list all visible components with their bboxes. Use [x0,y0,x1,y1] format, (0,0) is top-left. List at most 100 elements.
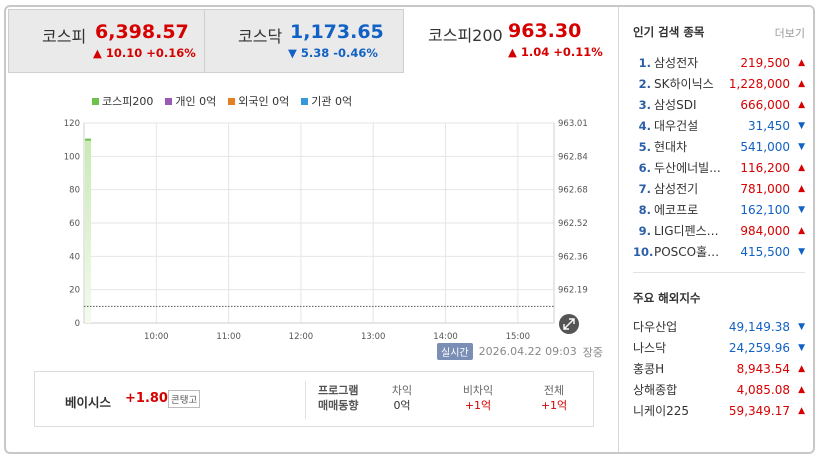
popular-stock-item[interactable]: 1. 삼성전자 219,500 ▲ [633,52,805,73]
arrow-up-icon: ▲ [798,384,805,395]
index-name: 코스닥 [238,27,283,46]
arrow-up-icon: ▲ [798,57,805,68]
rank-number: 2. [638,76,651,91]
stock-price: 541,000 [740,139,790,154]
overseas-name: 나스닥 [633,341,667,355]
y-right-tick: 962.52 [558,219,588,229]
market-status: 장중 [582,345,604,359]
arrow-up-icon: ▲ [798,363,805,374]
overseas-title: 주요 해외지수 [633,291,701,305]
tab-kospi[interactable]: 코스피 6,398.57 ▲ 10.10 +0.16% [8,9,205,73]
legend-swatch [301,97,309,105]
overseas-name: 다우산업 [633,320,678,334]
legend-label: 코스피200 [102,95,154,108]
stock-name: 두산에너빌... [654,161,721,175]
timestamp-time: 2026.04.22 09:03 [478,345,577,358]
index-change: ▲ 10.10 +0.16% [93,46,196,60]
overseas-price: 59,349.17 [728,403,790,418]
overseas-price: 24,259.96 [728,340,790,355]
rank-number: 9. [638,223,651,238]
y-right-tick: 962.84 [558,152,588,162]
legend-swatch [92,97,99,105]
stock-name: 현대차 [654,140,688,154]
popular-stock-item[interactable]: 5. 현대차 541,000 ▼ [633,136,805,157]
popular-stock-item[interactable]: 2. SK하이닉스 1,228,000 ▲ [633,73,805,94]
y-right-tick: 962.36 [558,252,588,262]
popular-stock-item[interactable]: 10. POSCO홀… 415,500 ▼ [633,241,805,262]
overseas-index-item[interactable]: 나스닥 24,259.96 ▼ [633,337,805,358]
popular-stock-item[interactable]: 6. 두산에너빌... 116,200 ▲ [633,157,805,178]
y-right-tick: 963.01 [558,119,588,129]
overseas-price: 8,943.54 [736,361,790,376]
arrow-down-icon: ▼ [798,246,805,257]
stock-name: LIG디펜스… [654,224,719,238]
arrow-up-icon: ▲ [798,78,805,89]
stock-price: 781,000 [740,181,790,196]
expand-chart-button[interactable] [559,314,579,334]
legend-item[interactable]: 기관 0억 [301,93,352,109]
y-left-tick: 80 [69,186,80,196]
overseas-index-item[interactable]: 다우산업 49,149.38 ▼ [633,316,805,337]
overseas-index-item[interactable]: 상해종합 4,085.08 ▲ [633,379,805,400]
legend-item[interactable]: 코스피200 [92,93,153,109]
stock-price: 31,450 [748,118,790,133]
legend-label: 개인 0억 [175,95,217,108]
chart-legend: 코스피200 개인 0억 외국인 0억 기관 0억 [92,93,352,109]
arrow-down-icon: ▼ [798,321,805,332]
live-badge: 실시간 [437,343,473,360]
basis-value: +1.80 [125,391,168,406]
y-left-tick: 20 [69,286,80,296]
popular-stock-item[interactable]: 7. 삼성전기 781,000 ▲ [633,178,805,199]
x-tick: 14:00 [433,332,458,342]
index-change: ▼ 5.38 -0.46% [288,46,378,60]
overseas-index-item[interactable]: 홍콩H 8,943.54 ▲ [633,358,805,379]
side-panel: 인기 검색 종목 더보기 1. 삼성전자 219,500 ▲ 2. SK하이닉스 1,228… [618,7,813,452]
legend-swatch [228,97,236,105]
stock-name: POSCO홀… [654,245,720,259]
contango-tag: 콘탱고 [168,390,201,408]
overseas-name: 니케이225 [633,404,690,418]
overseas-price: 4,085.08 [736,382,790,397]
divider [305,381,306,419]
rank-number: 1. [638,55,651,70]
col-header: 비차익 [462,384,494,397]
x-tick: 15:00 [506,332,531,342]
y-left-tick: 40 [69,252,80,262]
popular-stock-item[interactable]: 9. LIG디펜스… 984,000 ▲ [633,220,805,241]
col-value: +1억 [464,399,492,412]
tab-kosdaq[interactable]: 코스닥 1,173.65 ▼ 5.38 -0.46% [204,9,404,73]
legend-item[interactable]: 외국인 0억 [228,93,289,109]
stock-price: 219,500 [740,55,790,70]
popular-title: 인기 검색 종목 [633,25,705,39]
popular-stock-item[interactable]: 3. 삼성SDI 666,000 ▲ [633,94,805,115]
rank-number: 8. [638,202,651,217]
x-tick: 12:00 [289,332,314,342]
col-header: 차익 [391,384,413,397]
program-title-line1: 프로그램 [318,384,359,397]
overseas-index-item[interactable]: 니케이225 59,349.17 ▲ [633,400,805,421]
more-link[interactable]: 더보기 [775,25,805,41]
popular-stock-item[interactable]: 8. 에코프로 162,100 ▼ [633,199,805,220]
popular-stock-item[interactable]: 4. 대우건설 31,450 ▼ [633,115,805,136]
legend-item[interactable]: 개인 0억 [165,93,216,109]
overseas-price: 49,149.38 [728,319,790,334]
rank-number: 7. [638,181,651,196]
legend-label: 기관 0억 [311,95,353,108]
tab-kospi200[interactable]: 코스피200 963.30 ▲ 1.04 +0.11% [404,9,616,73]
arrow-up-icon: ▲ [798,99,805,110]
col-header: 전체 [543,384,565,397]
rank-number: 10. [633,244,654,259]
y-left-tick: 60 [69,219,80,229]
index-value: 6,398.57 [95,21,189,43]
rank-number: 6. [638,160,651,175]
arrow-up-icon: ▲ [798,225,805,236]
y-left-tick: 120 [64,119,80,129]
y-right-tick: 962.68 [558,186,588,196]
y-left-tick: 0 [75,319,80,329]
index-name: 코스피200 [428,26,503,45]
market-widget: 코스피 6,398.57 ▲ 10.10 +0.16% 코스닥 1,173.65… [4,5,815,454]
stock-price: 1,228,000 [728,76,790,91]
legend-label: 외국인 0억 [238,95,290,108]
program-arbitrage: 차익 0억 [377,383,427,413]
stock-price: 116,200 [740,160,790,175]
